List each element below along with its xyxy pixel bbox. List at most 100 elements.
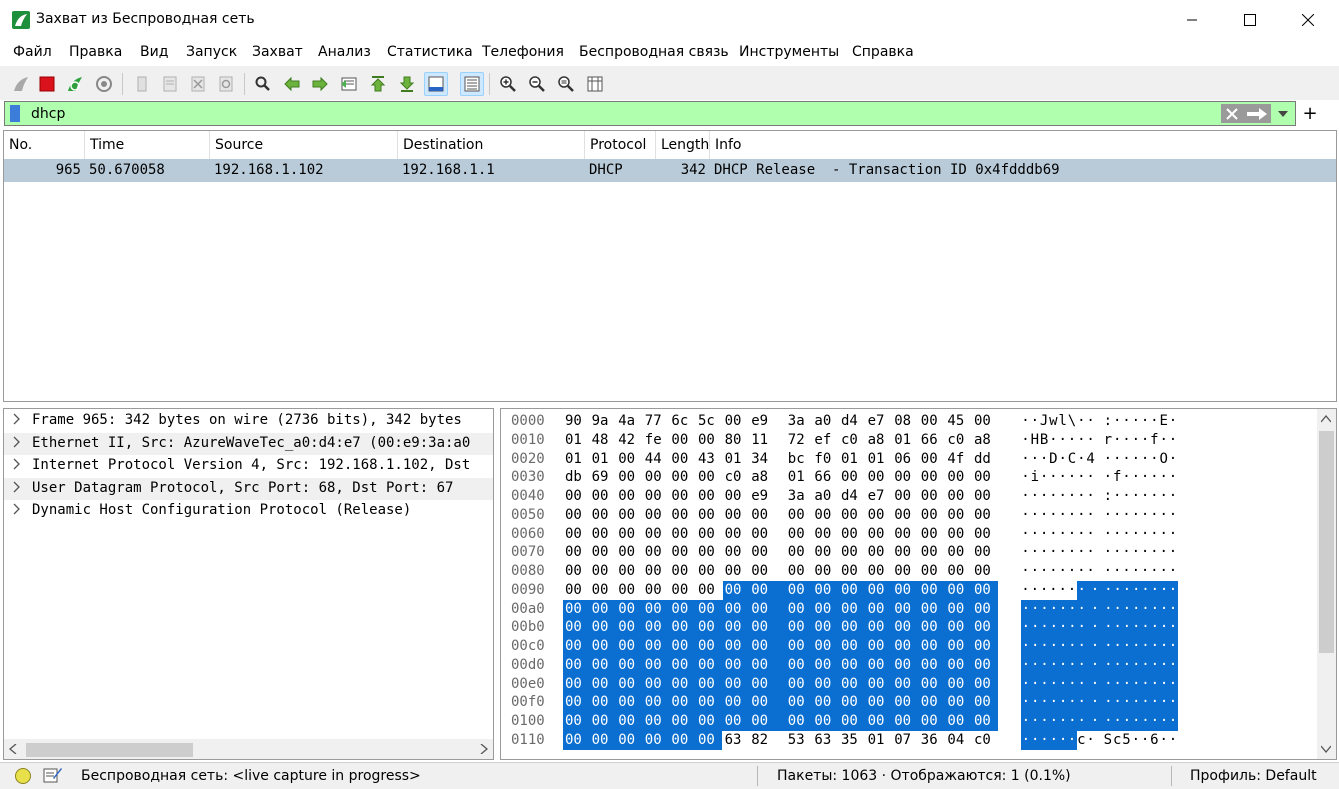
ascii-char[interactable]: ·	[1113, 487, 1122, 506]
hex-byte[interactable]: 00	[972, 525, 998, 544]
hex-byte[interactable]: 00	[945, 506, 971, 525]
hex-row[interactable]: 00b0 00 00 00 00 00 00 00 00 00 00 00 00 00 00 00 00 · · · ·…	[501, 618, 1316, 638]
ascii-char[interactable]: ·	[1122, 562, 1131, 581]
ascii-char[interactable]: ·	[1112, 655, 1123, 675]
hex-row[interactable]: 0100 00 00 00 00 00 00 00 00 00 00 00 00 00 00 00 00 · · · ·…	[501, 712, 1316, 731]
hex-byte[interactable]: 00	[590, 543, 616, 562]
add-filter-button[interactable]: +	[1300, 103, 1320, 124]
hex-byte[interactable]: 00	[749, 543, 775, 562]
hex-byte[interactable]: 00	[892, 562, 918, 581]
hex-byte[interactable]: 00	[972, 506, 998, 525]
hex-byte[interactable]: 00	[616, 525, 642, 544]
menu-view[interactable]: Вид	[140, 44, 168, 60]
ascii-char[interactable]: ·	[1058, 730, 1068, 750]
hex-byte[interactable]: 00	[669, 543, 695, 562]
hex-byte[interactable]: 00	[785, 637, 813, 656]
ascii-char[interactable]: ·	[1086, 506, 1095, 525]
hex-byte[interactable]: 00	[918, 637, 946, 656]
stop-capture-button[interactable]	[35, 72, 59, 96]
hex-byte[interactable]: 00	[945, 674, 972, 694]
ascii-char[interactable]: ·	[1141, 431, 1150, 450]
column-header-info[interactable]: Info	[710, 131, 1336, 159]
hex-byte[interactable]: 00	[812, 525, 838, 544]
zoom-out-button[interactable]	[525, 72, 549, 96]
ascii-char[interactable]: ·	[1030, 506, 1039, 525]
ascii-char[interactable]: ·	[1103, 450, 1112, 469]
hex-byte[interactable]: 01	[839, 450, 865, 469]
ascii-char[interactable]: ·	[1169, 731, 1178, 750]
hex-byte[interactable]: e9	[749, 412, 775, 431]
hex-byte[interactable]: 00	[616, 562, 642, 581]
hex-byte[interactable]: 82	[749, 731, 775, 750]
hex-byte[interactable]: 00	[723, 562, 749, 581]
ascii-char[interactable]: ·	[1068, 543, 1077, 562]
ascii-char[interactable]: ·	[1159, 487, 1168, 506]
hex-byte[interactable]: 00	[669, 487, 695, 506]
ascii-char[interactable]: :	[1103, 487, 1112, 506]
zoom-in-button[interactable]	[496, 72, 520, 96]
hex-byte[interactable]: 00	[590, 562, 616, 581]
ascii-char[interactable]: ·	[1021, 412, 1030, 431]
ascii-char[interactable]: ·	[1058, 543, 1067, 562]
hex-byte[interactable]: 00	[723, 525, 749, 544]
ascii-char[interactable]: ·	[1077, 543, 1086, 562]
ascii-char[interactable]: ·	[1086, 468, 1095, 487]
hex-byte[interactable]: a0	[812, 412, 838, 431]
ascii-char[interactable]: l	[1058, 412, 1067, 431]
autoscroll-button[interactable]	[424, 72, 448, 96]
hex-byte[interactable]: 00	[563, 543, 589, 562]
ascii-char[interactable]: ·	[1168, 618, 1178, 638]
ascii-char[interactable]: ·	[1131, 731, 1140, 750]
hex-byte[interactable]: 42	[616, 431, 642, 450]
hex-byte[interactable]: 00	[785, 674, 813, 694]
ascii-char[interactable]: ·	[1040, 450, 1049, 469]
ascii-char[interactable]: ·	[1150, 562, 1159, 581]
hex-byte[interactable]: 00	[669, 581, 695, 600]
ascii-char[interactable]: ·	[1131, 487, 1140, 506]
hex-byte[interactable]: d4	[839, 487, 865, 506]
hex-byte[interactable]: 00	[972, 637, 998, 656]
ascii-char[interactable]: ·	[1021, 581, 1030, 600]
hex-byte[interactable]: 11	[749, 431, 775, 450]
hex-byte[interactable]: 90	[563, 412, 589, 431]
ascii-char[interactable]: ·	[1030, 562, 1039, 581]
ascii-char[interactable]: ·	[1141, 487, 1150, 506]
hex-byte[interactable]: 00	[643, 543, 669, 562]
hex-byte[interactable]: 00	[865, 618, 893, 638]
hex-byte[interactable]: 00	[812, 580, 839, 600]
ascii-char[interactable]: ·	[1058, 674, 1068, 694]
hex-byte[interactable]: 00	[563, 674, 590, 694]
ascii-char[interactable]: ·	[1077, 506, 1086, 525]
hex-byte[interactable]: 00	[786, 562, 812, 581]
ascii-char[interactable]: ·	[1169, 562, 1178, 581]
ascii-char[interactable]: ·	[1131, 412, 1140, 431]
ascii-char[interactable]: ·	[1058, 525, 1067, 544]
ascii-char[interactable]: ·	[1030, 543, 1039, 562]
column-header-no[interactable]: No.	[4, 131, 85, 159]
hex-byte[interactable]: 00	[589, 730, 617, 750]
hex-byte[interactable]: 00	[945, 487, 971, 506]
hex-byte[interactable]: c0	[972, 731, 998, 750]
hex-byte[interactable]: 01	[563, 431, 589, 450]
hex-byte[interactable]: 00	[945, 525, 971, 544]
first-packet-button[interactable]	[366, 72, 390, 96]
ascii-char[interactable]: ·	[1077, 412, 1086, 431]
menu-telephony[interactable]: Телефония	[482, 44, 564, 60]
hex-byte[interactable]: 00	[563, 599, 590, 619]
ascii-char[interactable]: r	[1103, 431, 1112, 450]
ascii-char[interactable]: ·	[1058, 431, 1067, 450]
hex-byte[interactable]: e7	[866, 412, 892, 431]
ascii-char[interactable]: ·	[1086, 674, 1104, 694]
ascii-char[interactable]: ·	[1131, 506, 1140, 525]
ascii-char[interactable]: ·	[1058, 581, 1067, 600]
status-separator[interactable]	[757, 766, 758, 786]
ascii-char[interactable]: ·	[1141, 450, 1150, 469]
hex-byte[interactable]: 00	[919, 468, 945, 487]
ascii-char[interactable]: ·	[1049, 543, 1058, 562]
hex-byte[interactable]: 00	[642, 693, 670, 713]
ascii-char[interactable]: ·	[1159, 637, 1169, 656]
hex-byte[interactable]: 00	[892, 506, 918, 525]
capture-comment-icon[interactable]	[43, 766, 63, 784]
hex-byte[interactable]: 77	[643, 412, 669, 431]
ascii-char[interactable]: ·	[1030, 525, 1039, 544]
